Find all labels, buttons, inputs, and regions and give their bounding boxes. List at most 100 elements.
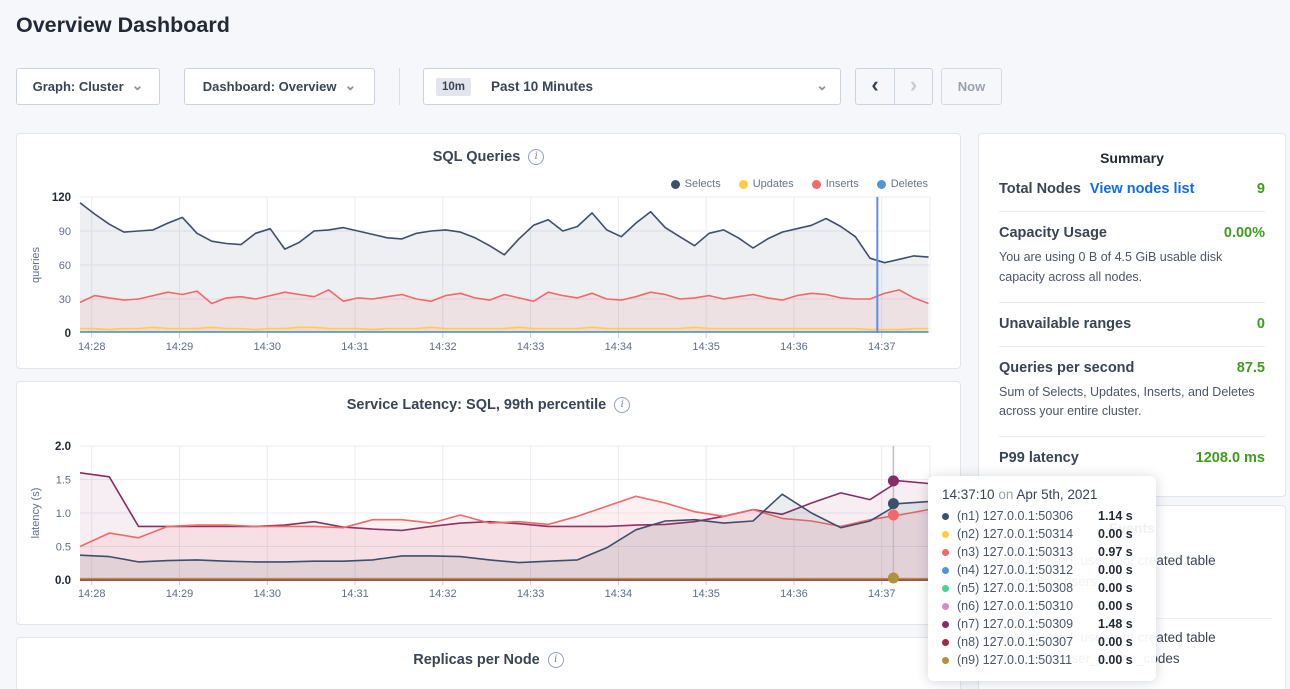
- node-latency-value: 0.00 s: [1098, 635, 1133, 649]
- chevron-left-icon: ‹: [871, 72, 878, 98]
- svg-text:14:29: 14:29: [166, 341, 194, 353]
- node-color-dot: [942, 621, 949, 628]
- sql-queries-chart[interactable]: 14:2814:2914:3014:3114:3214:3314:3414:35…: [17, 134, 960, 368]
- dashboard-dropdown[interactable]: Dashboard: Overview ⌄: [184, 68, 375, 105]
- svg-text:14:37: 14:37: [868, 588, 896, 600]
- node-address: (n3) 127.0.0.1:50313: [957, 545, 1090, 559]
- now-button[interactable]: Now: [941, 68, 1002, 105]
- chevron-down-icon: ⌄: [816, 80, 828, 90]
- svg-text:14:28: 14:28: [78, 341, 106, 353]
- svg-text:30: 30: [59, 294, 71, 306]
- tooltip-row: (n4) 127.0.0.1:503120.00 s: [942, 561, 1142, 579]
- graph-dropdown[interactable]: Graph: Cluster ⌄: [16, 68, 160, 105]
- node-color-dot: [942, 549, 949, 556]
- tooltip-row: (n7) 127.0.0.1:503091.48 s: [942, 615, 1142, 633]
- graph-dropdown-label: Graph: Cluster: [33, 79, 124, 94]
- tooltip-row: (n6) 127.0.0.1:503100.00 s: [942, 597, 1142, 615]
- overview-dashboard-page: Overview Dashboard Graph: Cluster ⌄ Dash…: [0, 0, 1290, 689]
- legend-item-updates[interactable]: Updates: [739, 178, 794, 190]
- p99-latency-value: 1208.0 ms: [1196, 450, 1265, 466]
- node-latency-value: 0.00 s: [1098, 653, 1133, 667]
- legend-dot: [739, 180, 748, 189]
- chevron-down-icon: ⌄: [344, 80, 356, 90]
- svg-text:14:29: 14:29: [166, 588, 194, 600]
- legend-dot: [877, 180, 886, 189]
- node-latency-value: 0.00 s: [1098, 581, 1133, 595]
- replicas-per-node-panel: Replicas per Node i: [16, 637, 961, 689]
- total-nodes-value: 9: [1257, 181, 1265, 197]
- svg-text:0: 0: [65, 328, 71, 340]
- total-nodes-label: Total Nodes: [999, 181, 1081, 197]
- service-latency-panel: 14:2814:2914:3014:3114:3214:3314:3414:35…: [16, 381, 961, 625]
- replicas-per-node-title: Replicas per Node: [413, 652, 540, 668]
- sql-queries-header: SQL Queriesi: [17, 149, 960, 165]
- svg-text:14:33: 14:33: [517, 588, 545, 600]
- chevron-right-icon: ›: [910, 72, 917, 98]
- tooltip-rows: (n1) 127.0.0.1:503061.14 s(n2) 127.0.0.1…: [942, 507, 1142, 669]
- service-latency-header: Service Latency: SQL, 99th percentilei: [17, 397, 960, 413]
- time-range-badge: 10m: [436, 78, 471, 96]
- legend-label: Inserts: [826, 178, 859, 190]
- svg-text:14:30: 14:30: [253, 341, 281, 353]
- time-range-label: Past 10 Minutes: [491, 79, 808, 94]
- summary-panel: Summary Total Nodes View nodes list 9 Ca…: [978, 133, 1286, 497]
- legend-item-selects[interactable]: Selects: [671, 178, 721, 190]
- node-color-dot: [942, 513, 949, 520]
- node-latency-value: 0.00 s: [1098, 599, 1133, 613]
- node-color-dot: [942, 531, 949, 538]
- sql-queries-legend: Selects Updates Inserts Deletes: [671, 178, 928, 190]
- tooltip-row: (n8) 127.0.0.1:503070.00 s: [942, 633, 1142, 651]
- sql-queries-panel: 14:2814:2914:3014:3114:3214:3314:3414:35…: [16, 133, 961, 369]
- svg-text:queries: queries: [30, 246, 42, 283]
- svg-text:14:37: 14:37: [868, 341, 896, 353]
- node-latency-value: 0.00 s: [1098, 563, 1133, 577]
- node-color-dot: [942, 657, 949, 664]
- svg-text:0.0: 0.0: [55, 575, 71, 587]
- tooltip-row: (n1) 127.0.0.1:503061.14 s: [942, 507, 1142, 525]
- svg-text:14:32: 14:32: [429, 341, 457, 353]
- node-color-dot: [942, 603, 949, 610]
- legend-item-deletes[interactable]: Deletes: [877, 178, 928, 190]
- capacity-description: You are using 0 B of 4.5 GiB usable disk…: [999, 248, 1265, 288]
- svg-text:14:34: 14:34: [605, 588, 633, 600]
- time-next-button[interactable]: ›: [894, 69, 932, 104]
- node-address: (n9) 127.0.0.1:50311: [957, 653, 1090, 667]
- info-icon[interactable]: i: [528, 149, 544, 165]
- summary-row-unavailable-ranges: Unavailable ranges 0: [999, 303, 1265, 347]
- legend-dot: [671, 180, 680, 189]
- capacity-label: Capacity Usage: [999, 225, 1107, 241]
- tooltip-row: (n5) 127.0.0.1:503080.00 s: [942, 579, 1142, 597]
- replicas-per-node-header: Replicas per Node i: [17, 652, 960, 668]
- time-range-selector[interactable]: 10m Past 10 Minutes ⌄: [423, 68, 841, 105]
- qps-value: 87.5: [1237, 360, 1265, 376]
- info-icon[interactable]: i: [548, 652, 564, 668]
- tooltip-row: (n3) 127.0.0.1:503130.97 s: [942, 543, 1142, 561]
- chevron-down-icon: ⌄: [132, 80, 144, 90]
- node-color-dot: [942, 585, 949, 592]
- tooltip-timestamp: 14:37:10 on Apr 5th, 2021: [942, 487, 1142, 502]
- capacity-value: 0.00%: [1224, 225, 1265, 241]
- svg-text:120: 120: [52, 192, 71, 204]
- legend-item-inserts[interactable]: Inserts: [812, 178, 859, 190]
- time-prev-button[interactable]: ‹: [856, 69, 894, 104]
- service-latency-chart[interactable]: 14:2814:2914:3014:3114:3214:3314:3414:35…: [17, 382, 960, 624]
- svg-text:14:31: 14:31: [341, 588, 369, 600]
- qps-label: Queries per second: [999, 360, 1134, 376]
- view-nodes-list-link[interactable]: View nodes list: [1090, 181, 1195, 197]
- svg-text:2.0: 2.0: [55, 441, 71, 453]
- qps-description: Sum of Selects, Updates, Inserts, and De…: [999, 383, 1265, 423]
- legend-label: Selects: [685, 178, 721, 190]
- svg-text:14:35: 14:35: [692, 341, 720, 353]
- svg-text:14:36: 14:36: [780, 588, 808, 600]
- svg-text:0.5: 0.5: [56, 542, 71, 554]
- controls-divider: [399, 68, 400, 105]
- svg-text:14:34: 14:34: [605, 341, 633, 353]
- svg-text:14:32: 14:32: [429, 588, 457, 600]
- time-nav-group: ‹ ›: [855, 68, 933, 105]
- info-icon[interactable]: i: [614, 397, 630, 413]
- svg-text:14:36: 14:36: [780, 341, 808, 353]
- summary-heading: Summary: [979, 134, 1285, 168]
- legend-label: Updates: [753, 178, 794, 190]
- unavailable-ranges-label: Unavailable ranges: [999, 316, 1131, 332]
- node-latency-value: 1.48 s: [1098, 617, 1133, 631]
